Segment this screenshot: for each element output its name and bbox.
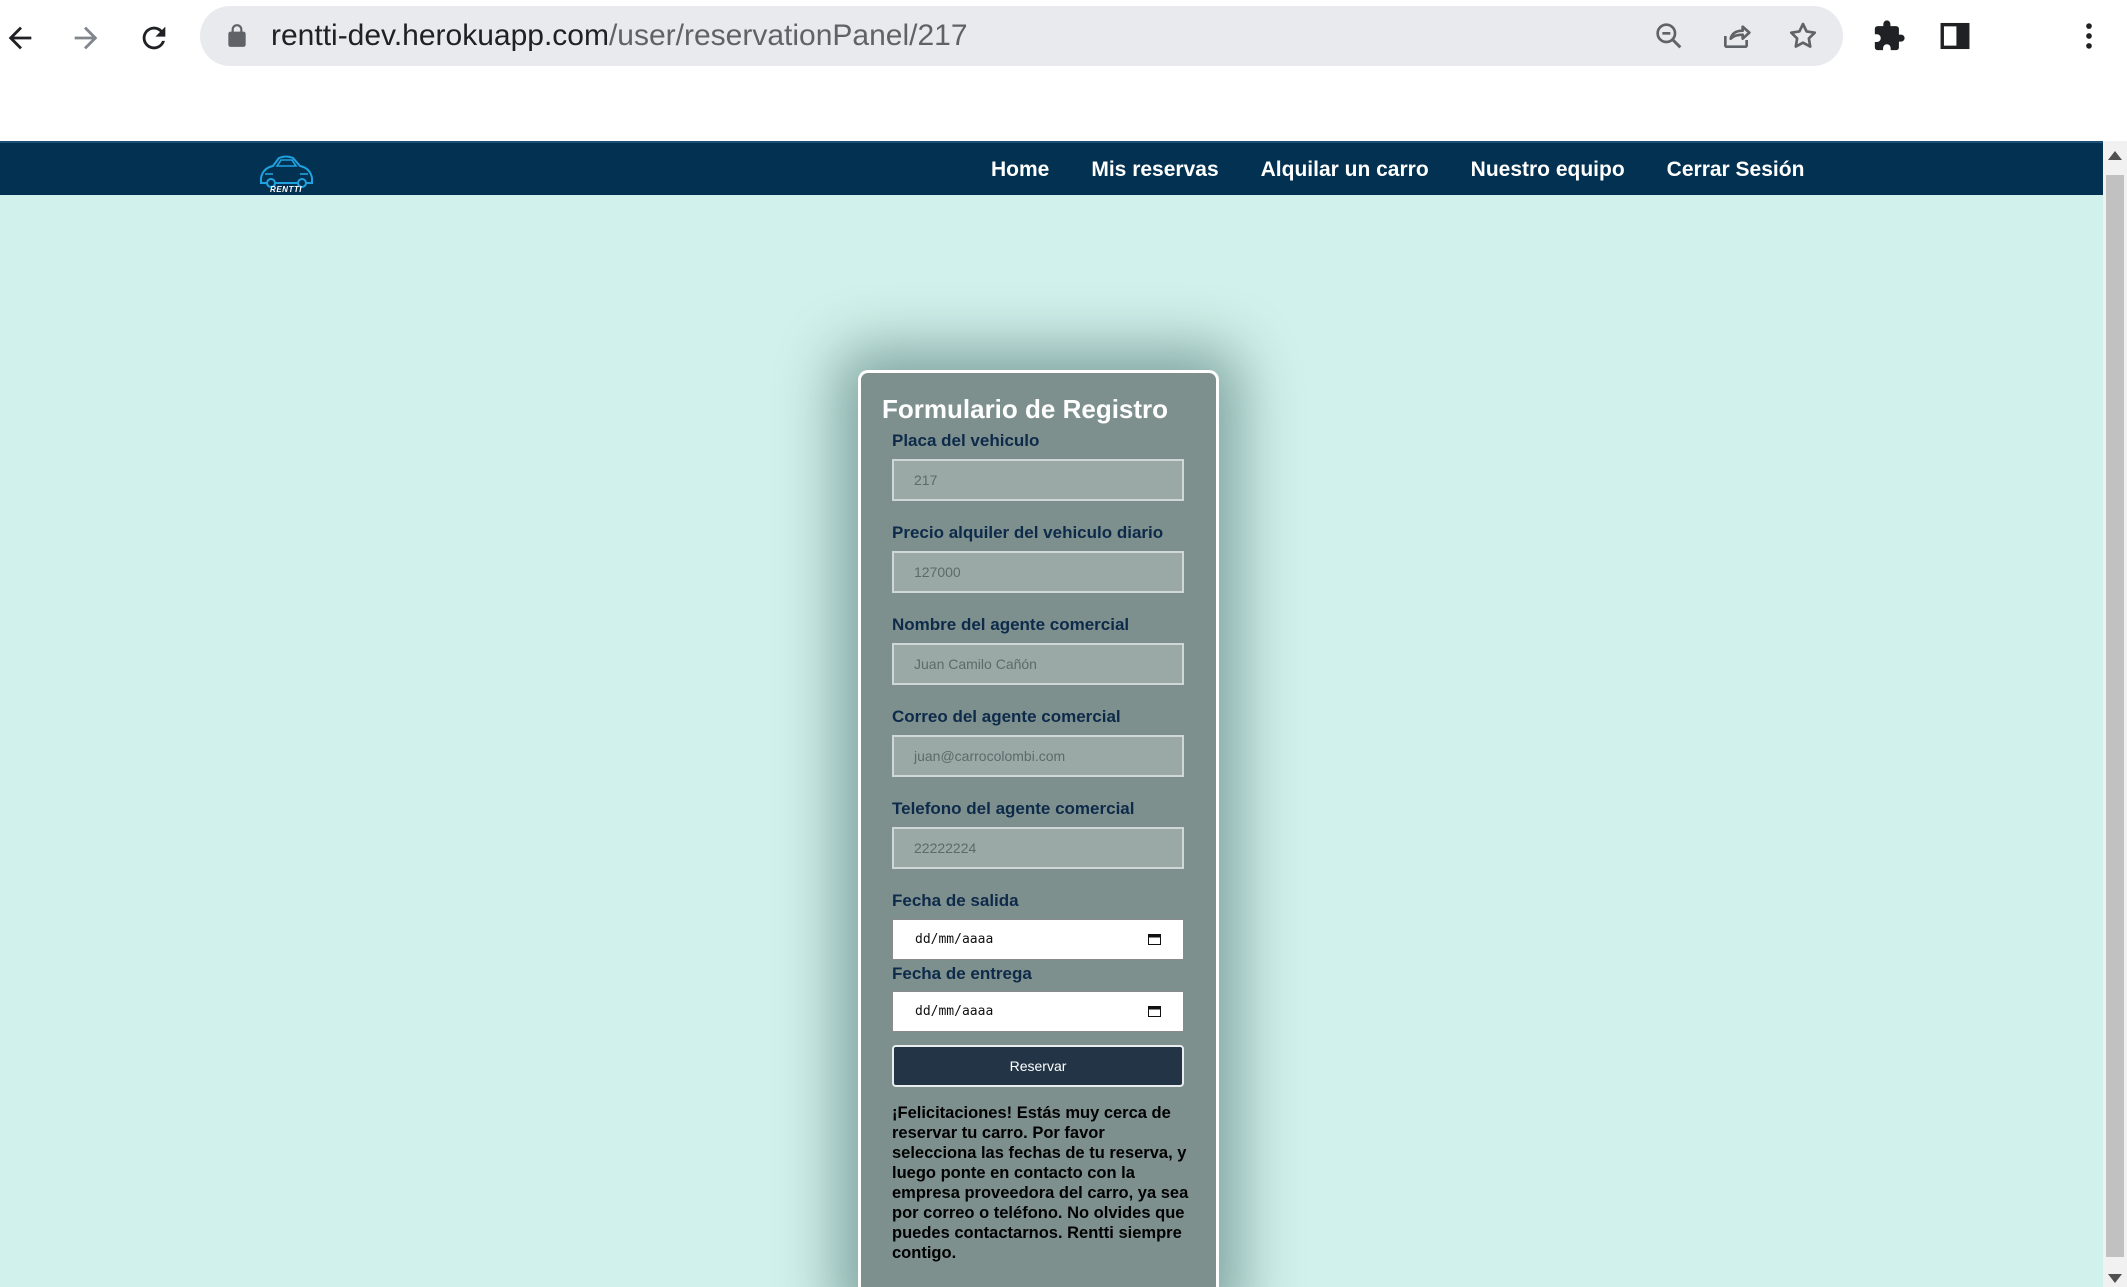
nav-link-nuestro-equipo[interactable]: Nuestro equipo — [1471, 158, 1625, 182]
back-icon[interactable] — [0, 12, 46, 64]
address-bar[interactable]: rentti-dev.herokuapp.com/user/reservatio… — [200, 6, 1843, 66]
field-label-agente-telefono: Telefono del agente comercial — [892, 799, 1135, 818]
calendar-icon[interactable] — [1148, 933, 1161, 945]
fecha-salida-input[interactable]: dd/mm/aaaa — [892, 919, 1184, 960]
field-label-fecha-entrega: Fecha de entrega — [892, 964, 1032, 983]
reservar-button[interactable]: Reservar — [892, 1045, 1184, 1087]
field-label-fecha-salida: Fecha de salida — [892, 891, 1019, 910]
field-label-agente-correo: Correo del agente comercial — [892, 707, 1121, 726]
calendar-icon[interactable] — [1148, 1005, 1161, 1017]
bookmark-star-icon[interactable] — [1785, 18, 1821, 54]
brand-name: RENTTI — [270, 185, 302, 194]
nav-link-mis-reservas[interactable]: Mis reservas — [1091, 158, 1218, 182]
url-text[interactable]: rentti-dev.herokuapp.com/user/reservatio… — [271, 19, 968, 53]
page-scrollbar[interactable] — [2103, 141, 2127, 1287]
fecha-salida-placeholder: dd/mm/aaaa — [915, 932, 994, 947]
nav-link-home[interactable]: Home — [991, 158, 1049, 182]
fecha-entrega-placeholder: dd/mm/aaaa — [915, 1004, 994, 1019]
agente-correo-input[interactable]: juan@carrocolombi.com — [892, 735, 1184, 777]
reload-icon[interactable] — [128, 12, 180, 64]
site-navbar: RENTTI Home Mis reservas Alquilar un car… — [0, 141, 2103, 195]
extensions-icon[interactable] — [1869, 16, 1909, 56]
browser-toolbar: rentti-dev.herokuapp.com/user/reservatio… — [0, 0, 2127, 141]
nav-link-alquilar[interactable]: Alquilar un carro — [1261, 158, 1429, 182]
field-label-agente-nombre: Nombre del agente comercial — [892, 615, 1130, 634]
share-icon[interactable] — [1718, 18, 1754, 54]
fecha-entrega-input[interactable]: dd/mm/aaaa — [892, 991, 1184, 1032]
field-label-precio: Precio alquiler del vehiculo diario — [892, 523, 1164, 542]
precio-input[interactable]: 127000 — [892, 551, 1184, 593]
zoom-out-icon[interactable] — [1651, 18, 1687, 54]
form-title: Formulario de Registro — [882, 394, 1169, 424]
congratulations-message: ¡Felicitaciones! Estás muy cerca de rese… — [892, 1104, 1189, 1262]
registration-form: Formulario de Registro Placa del vehicul… — [858, 370, 1219, 1287]
scroll-down-icon[interactable] — [2108, 1274, 2122, 1283]
field-label-placa: Placa del vehiculo — [892, 431, 1040, 450]
forward-icon[interactable] — [60, 12, 112, 64]
scrollbar-thumb[interactable] — [2106, 175, 2124, 1257]
nav-links: Home Mis reservas Alquilar un carro Nues… — [991, 143, 1846, 197]
agente-telefono-input[interactable]: 22222224 — [892, 827, 1184, 869]
nav-link-cerrar-sesion[interactable]: Cerrar Sesión — [1667, 158, 1805, 182]
car-logo-icon[interactable]: RENTTI — [255, 152, 317, 196]
page-content: Formulario de Registro Placa del vehicul… — [0, 195, 2103, 1287]
side-panel-icon[interactable] — [1935, 16, 1975, 56]
agente-nombre-input[interactable]: Juan Camilo Cañón — [892, 643, 1184, 685]
scroll-up-icon[interactable] — [2108, 151, 2122, 160]
placa-input[interactable]: 217 — [892, 459, 1184, 501]
menu-kebab-icon[interactable] — [2069, 16, 2109, 56]
lock-icon[interactable] — [224, 23, 250, 49]
